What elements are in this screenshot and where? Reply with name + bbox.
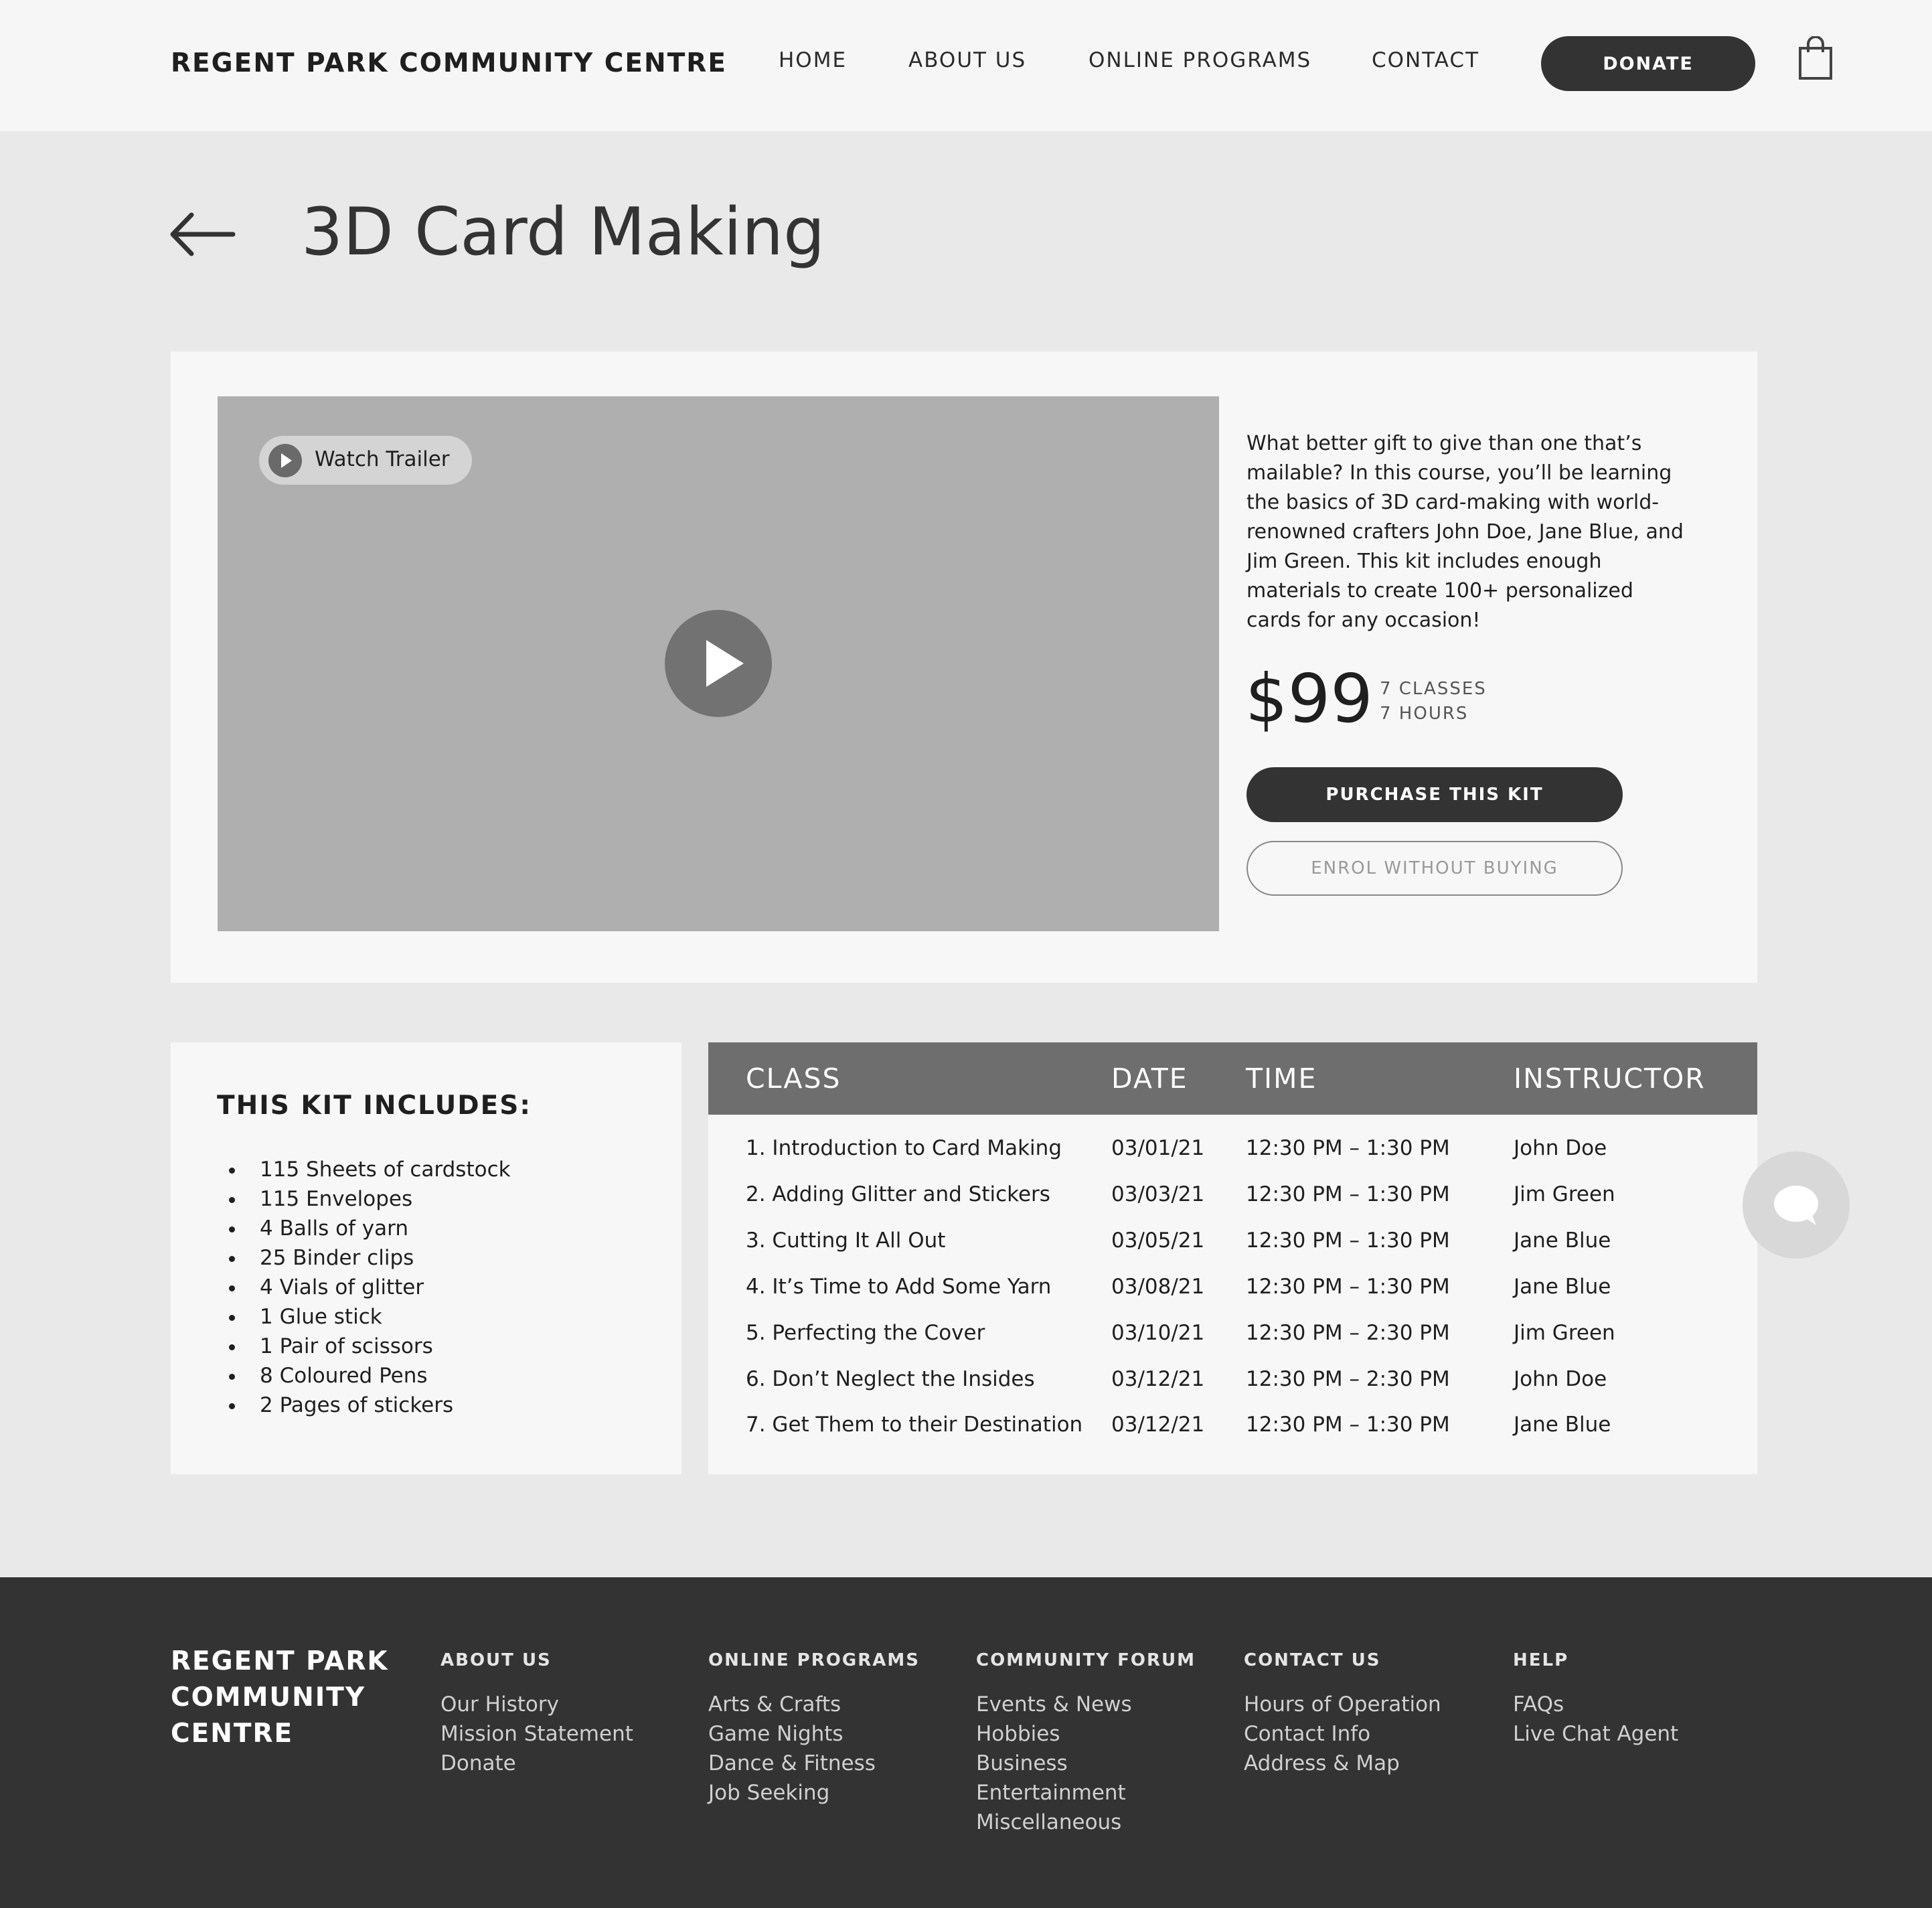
- kit-item: 115 Sheets of cardstock: [217, 1155, 511, 1184]
- column-header-instructor: INSTRUCTOR: [1514, 1062, 1706, 1095]
- footer-link[interactable]: Live Chat Agent: [1513, 1719, 1678, 1749]
- class-time: 12:30 PM – 1:30 PM: [1246, 1275, 1450, 1299]
- donate-button[interactable]: DONATE: [1541, 36, 1755, 91]
- footer-link[interactable]: Address & Map: [1244, 1749, 1441, 1778]
- class-instructor: Jim Green: [1514, 1182, 1615, 1206]
- footer-link[interactable]: Contact Info: [1244, 1719, 1441, 1749]
- class-instructor: John Doe: [1514, 1136, 1607, 1160]
- kit-item: 25 Binder clips: [217, 1243, 511, 1273]
- site-header: REGENT PARK COMMUNITY CENTRE HOME ABOUT …: [0, 0, 1932, 131]
- class-instructor: Jim Green: [1514, 1321, 1615, 1345]
- class-name: 1. Introduction to Card Making: [746, 1136, 1062, 1160]
- footer-link[interactable]: Donate: [440, 1749, 633, 1778]
- class-date: 03/10/21: [1111, 1321, 1205, 1345]
- class-name: 3. Cutting It All Out: [746, 1228, 946, 1253]
- class-time: 12:30 PM – 2:30 PM: [1246, 1367, 1450, 1391]
- shopping-bag-icon[interactable]: [1798, 36, 1833, 80]
- class-time: 12:30 PM – 1:30 PM: [1246, 1136, 1450, 1160]
- class-date: 03/01/21: [1111, 1136, 1205, 1160]
- purchase-kit-button[interactable]: PURCHASE THIS KIT: [1246, 767, 1623, 822]
- enrol-without-buying-button[interactable]: ENROL WITHOUT BUYING: [1246, 841, 1623, 896]
- footer-brand: REGENT PARK COMMUNITY CENTRE: [171, 1646, 389, 1749]
- class-time: 12:30 PM – 1:30 PM: [1246, 1413, 1450, 1437]
- kit-includes-title: THIS KIT INCLUDES:: [217, 1091, 532, 1121]
- kit-items-list: 115 Sheets of cardstock 115 Envelopes 4 …: [217, 1155, 511, 1420]
- course-description: What better gift to give than one that’s…: [1246, 432, 1684, 632]
- class-date: 03/08/21: [1111, 1275, 1205, 1299]
- footer-link[interactable]: Job Seeking: [708, 1778, 876, 1808]
- live-chat-button[interactable]: [1743, 1151, 1850, 1259]
- footer-link[interactable]: Hours of Operation: [1244, 1690, 1441, 1719]
- class-instructor: John Doe: [1514, 1367, 1607, 1391]
- class-time: 12:30 PM – 1:30 PM: [1246, 1182, 1450, 1206]
- nav-contact[interactable]: CONTACT: [1372, 48, 1479, 72]
- footer-heading-about-us: ABOUT US: [440, 1650, 552, 1670]
- class-instructor: Jane Blue: [1514, 1228, 1611, 1253]
- watch-trailer-button[interactable]: Watch Trailer: [259, 436, 472, 485]
- kit-item: 1 Glue stick: [217, 1302, 511, 1332]
- watch-trailer-label: Watch Trailer: [315, 447, 450, 471]
- class-time: 12:30 PM – 2:30 PM: [1246, 1321, 1450, 1345]
- play-icon[interactable]: [665, 610, 772, 717]
- play-circle-icon: [268, 444, 302, 477]
- kit-item: 1 Pair of scissors: [217, 1332, 511, 1361]
- footer-heading-community-forum: COMMUNITY FORUM: [976, 1650, 1196, 1670]
- footer-link[interactable]: Business: [976, 1749, 1132, 1778]
- hour-count: 7 HOURS: [1380, 704, 1469, 724]
- footer-link[interactable]: Miscellaneous: [976, 1808, 1132, 1837]
- footer-link[interactable]: Entertainment: [976, 1778, 1132, 1808]
- class-name: 6. Don’t Neglect the Insides: [746, 1367, 1035, 1391]
- class-date: 03/05/21: [1111, 1228, 1205, 1253]
- class-date: 03/03/21: [1111, 1182, 1205, 1206]
- kit-item: 4 Vials of glitter: [217, 1273, 511, 1302]
- footer-link[interactable]: FAQs: [1513, 1690, 1678, 1719]
- footer-links-community-forum: Events & News Hobbies Business Entertain…: [976, 1690, 1132, 1837]
- class-name: 7. Get Them to their Destination: [746, 1413, 1083, 1437]
- column-header-date: DATE: [1111, 1062, 1188, 1095]
- kit-item: 8 Coloured Pens: [217, 1361, 511, 1390]
- column-header-time: TIME: [1246, 1062, 1317, 1095]
- class-count: 7 CLASSES: [1380, 679, 1487, 699]
- footer-links-help: FAQs Live Chat Agent: [1513, 1690, 1678, 1749]
- footer-link[interactable]: Game Nights: [708, 1719, 876, 1749]
- kit-item: 4 Balls of yarn: [217, 1214, 511, 1243]
- footer-link[interactable]: Events & News: [976, 1690, 1132, 1719]
- arrow-left-icon[interactable]: [169, 211, 236, 258]
- page-title: 3D Card Making: [301, 194, 825, 270]
- nav-home[interactable]: HOME: [779, 48, 847, 72]
- chat-bubble-icon: [1774, 1186, 1818, 1225]
- footer-links-contact-us: Hours of Operation Contact Info Address …: [1244, 1690, 1441, 1778]
- nav-online-programs[interactable]: ONLINE PROGRAMS: [1089, 48, 1311, 72]
- footer-links-about-us: Our History Mission Statement Donate: [440, 1690, 633, 1778]
- kit-item: 2 Pages of stickers: [217, 1390, 511, 1420]
- nav-about-us[interactable]: ABOUT US: [908, 48, 1026, 72]
- class-instructor: Jane Blue: [1514, 1275, 1611, 1299]
- footer-link[interactable]: Mission Statement: [440, 1719, 633, 1749]
- class-instructor: Jane Blue: [1514, 1413, 1611, 1437]
- kit-item: 115 Envelopes: [217, 1184, 511, 1214]
- class-name: 5. Perfecting the Cover: [746, 1321, 985, 1345]
- class-time: 12:30 PM – 1:30 PM: [1246, 1228, 1450, 1253]
- class-date: 03/12/21: [1111, 1367, 1205, 1391]
- course-price: $99: [1245, 659, 1373, 738]
- footer-heading-online-programs: ONLINE PROGRAMS: [708, 1650, 920, 1670]
- footer-link[interactable]: Dance & Fitness: [708, 1749, 876, 1778]
- course-meta: 7 CLASSES 7 HOURS: [1380, 677, 1487, 726]
- footer-heading-help: HELP: [1513, 1650, 1569, 1670]
- class-name: 4. It’s Time to Add Some Yarn: [746, 1275, 1052, 1299]
- footer-link[interactable]: Hobbies: [976, 1719, 1132, 1749]
- footer-link[interactable]: Arts & Crafts: [708, 1690, 876, 1719]
- class-name: 2. Adding Glitter and Stickers: [746, 1182, 1050, 1206]
- footer-links-online-programs: Arts & Crafts Game Nights Dance & Fitnes…: [708, 1690, 876, 1808]
- footer-heading-contact-us: CONTACT US: [1244, 1650, 1381, 1670]
- column-header-class: CLASS: [746, 1062, 841, 1095]
- class-date: 03/12/21: [1111, 1413, 1205, 1437]
- site-brand[interactable]: REGENT PARK COMMUNITY CENTRE: [171, 48, 727, 78]
- footer-link[interactable]: Our History: [440, 1690, 633, 1719]
